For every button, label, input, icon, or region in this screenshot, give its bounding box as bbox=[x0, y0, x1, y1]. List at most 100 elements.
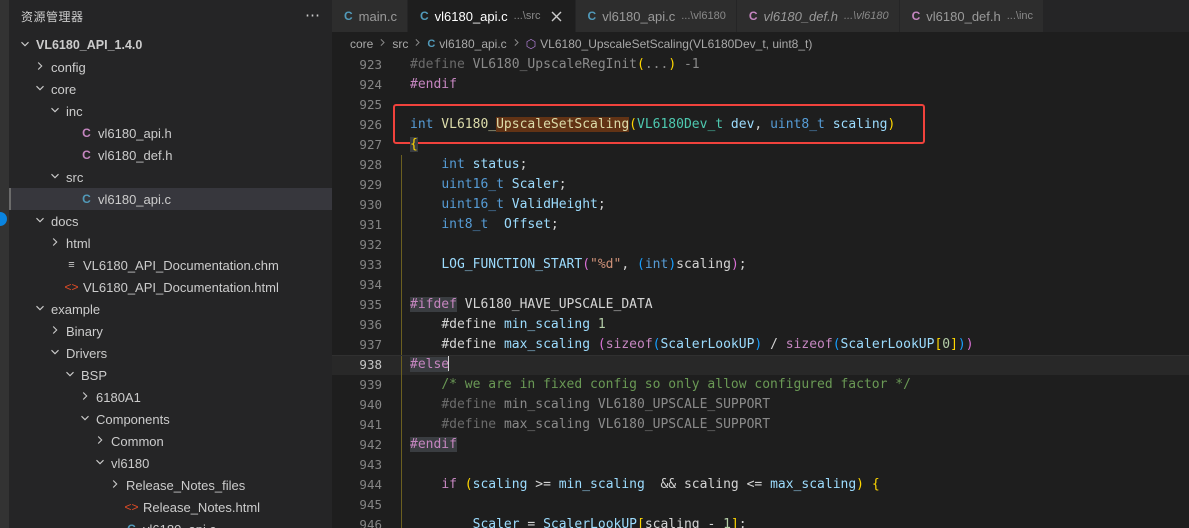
tree-item[interactable]: Release_Notes_files bbox=[9, 474, 332, 496]
tree-item[interactable]: Cvl6180_api.h bbox=[9, 122, 332, 144]
chevron-down-icon[interactable] bbox=[17, 34, 33, 56]
chevron-right-icon[interactable] bbox=[107, 474, 123, 496]
code-line[interactable]: 923 #define VL6180_UpscaleRegInit(...) -1 bbox=[332, 55, 1189, 75]
code-line[interactable]: 935 #ifdef VL6180_HAVE_UPSCALE_DATA bbox=[332, 295, 1189, 315]
tree-item[interactable]: <> Release_Notes.html bbox=[9, 496, 332, 518]
tree-item[interactable]: Cvl6180_def.h bbox=[9, 144, 332, 166]
chevron-down-icon[interactable] bbox=[47, 166, 63, 188]
line-number: 925 bbox=[359, 97, 382, 112]
activity-bar bbox=[0, 0, 9, 528]
vscode-window: 资源管理器 ⋯ VL6180_API_1.4.0 config core inc Cvl… bbox=[0, 0, 1189, 528]
code-editor[interactable]: 923 #define VL6180_UpscaleRegInit(...) -1… bbox=[332, 55, 1189, 528]
code-line[interactable]: 943 bbox=[332, 455, 1189, 475]
line-number: 941 bbox=[359, 417, 382, 432]
breadcrumb-item[interactable]: src bbox=[392, 37, 408, 51]
code-line[interactable]: 939 /* we are in fixed config so only al… bbox=[332, 375, 1189, 395]
code-line[interactable]: 941 #define max_scaling VL6180_UPSCALE_S… bbox=[332, 415, 1189, 435]
line-number: 942 bbox=[359, 437, 382, 452]
tree-item[interactable]: core bbox=[9, 78, 332, 100]
code-line[interactable]: 932 bbox=[332, 235, 1189, 255]
chevron-right-icon[interactable] bbox=[92, 430, 108, 452]
tree-item[interactable]: ≡ VL6180_API_Documentation.chm bbox=[9, 254, 332, 276]
tree-item-label: inc bbox=[66, 103, 83, 119]
chevron-down-icon[interactable] bbox=[62, 364, 78, 386]
code-line[interactable]: 927 { bbox=[332, 135, 1189, 155]
editor-tab-bar: Cmain.c Cvl6180_api.c ...\src Cvl6180_api.c… bbox=[332, 0, 1189, 32]
chevron-down-icon[interactable] bbox=[77, 408, 93, 430]
ellipsis-icon[interactable]: ⋯ bbox=[302, 5, 324, 27]
chevron-down-icon[interactable] bbox=[32, 210, 48, 232]
text-cursor bbox=[448, 356, 450, 371]
indent-guide bbox=[398, 75, 410, 95]
code-line[interactable]: 944 if (scaling >= min_scaling && scalin… bbox=[332, 475, 1189, 495]
editor-tab[interactable]: Cvl6180_def.h ...\vl6180 bbox=[736, 0, 900, 32]
tree-item[interactable]: Components bbox=[9, 408, 332, 430]
breadcrumb-item[interactable]: Cvl6180_api.c bbox=[427, 37, 506, 51]
tree-item[interactable]: BSP bbox=[9, 364, 332, 386]
tree-item[interactable]: inc bbox=[9, 100, 332, 122]
code-line[interactable]: 938 #else bbox=[332, 355, 1189, 375]
indent-guide bbox=[398, 495, 410, 515]
chevron-down-icon[interactable] bbox=[32, 298, 48, 320]
code-line[interactable]: 930 uint16_t ValidHeight; bbox=[332, 195, 1189, 215]
tree-item[interactable]: VL6180_API_1.4.0 bbox=[9, 34, 332, 56]
tree-item-label: Binary bbox=[66, 323, 103, 339]
code-line[interactable]: 937 #define max_scaling (sizeof(ScalerLo… bbox=[332, 335, 1189, 355]
editor-tab[interactable]: Cvl6180_api.c ...\src bbox=[407, 0, 576, 32]
chevron-down-icon[interactable] bbox=[47, 100, 63, 122]
tree-item[interactable]: Common bbox=[9, 430, 332, 452]
line-number: 936 bbox=[359, 317, 382, 332]
code-line[interactable]: 945 bbox=[332, 495, 1189, 515]
tree-item-label: Release_Notes_files bbox=[126, 477, 246, 493]
code-text: #endif bbox=[410, 437, 457, 452]
chevron-right-icon[interactable] bbox=[32, 56, 48, 78]
code-line[interactable]: 936 #define min_scaling 1 bbox=[332, 315, 1189, 335]
code-line[interactable]: 926 int VL6180_UpscaleSetScaling(VL6180De… bbox=[332, 115, 1189, 135]
chevron-down-icon[interactable] bbox=[47, 342, 63, 364]
code-text: #else bbox=[410, 356, 450, 372]
tree-item[interactable]: docs bbox=[9, 210, 332, 232]
code-text: #define VL6180_UpscaleRegInit(...) -1 bbox=[410, 57, 700, 72]
code-line[interactable]: 924 #endif bbox=[332, 75, 1189, 95]
code-line[interactable]: 946 Scaler = ScalerLookUP[scaling - 1]; bbox=[332, 515, 1189, 528]
code-line[interactable]: 940 #define min_scaling VL6180_UPSCALE_S… bbox=[332, 395, 1189, 415]
editor-tab[interactable]: Cmain.c bbox=[332, 0, 408, 32]
breadcrumb-item[interactable]: core bbox=[350, 37, 373, 51]
chevron-right-icon[interactable] bbox=[77, 386, 93, 408]
chevron-right-icon[interactable] bbox=[47, 320, 63, 342]
editor-tab[interactable]: Cvl6180_api.c ...\vl6180 bbox=[575, 0, 737, 32]
tree-item[interactable]: html bbox=[9, 232, 332, 254]
tree-item[interactable]: src bbox=[9, 166, 332, 188]
editor-tab[interactable]: Cvl6180_def.h ...\inc bbox=[899, 0, 1045, 32]
breadcrumb-item[interactable]: ⬡ VL6180_UpscaleSetScaling(VL6180Dev_t, u… bbox=[526, 37, 813, 51]
tree-item[interactable]: Drivers bbox=[9, 342, 332, 364]
tree-item[interactable]: <> VL6180_API_Documentation.html bbox=[9, 276, 332, 298]
tree-item[interactable]: config bbox=[9, 56, 332, 78]
indent-guide bbox=[398, 115, 410, 135]
tree-item-label: src bbox=[66, 169, 84, 185]
close-icon[interactable] bbox=[549, 8, 565, 24]
tree-item-label: Common bbox=[111, 433, 164, 449]
tree-item[interactable]: Cvl6180_api.c bbox=[9, 518, 332, 528]
tree-item[interactable]: vl6180 bbox=[9, 452, 332, 474]
code-line[interactable]: 942 #endif bbox=[332, 435, 1189, 455]
chevron-down-icon[interactable] bbox=[92, 452, 108, 474]
html-file-icon: <> bbox=[64, 280, 79, 294]
code-line[interactable]: 925 bbox=[332, 95, 1189, 115]
code-line[interactable]: 933 LOG_FUNCTION_START("%d", (int)scalin… bbox=[332, 255, 1189, 275]
code-line[interactable]: 934 bbox=[332, 275, 1189, 295]
indent-guide bbox=[398, 395, 410, 415]
tree-item[interactable]: Binary bbox=[9, 320, 332, 342]
code-line[interactable]: 931 int8_t Offset; bbox=[332, 215, 1189, 235]
tree-item[interactable]: example bbox=[9, 298, 332, 320]
code-line[interactable]: 929 uint16_t Scaler; bbox=[332, 175, 1189, 195]
tree-item[interactable]: 6180A1 bbox=[9, 386, 332, 408]
chevron-right-icon[interactable] bbox=[47, 232, 63, 254]
activity-badge-icon[interactable] bbox=[0, 212, 7, 226]
tree-item[interactable]: Cvl6180_api.c bbox=[9, 188, 332, 210]
code-line[interactable]: 928 int status; bbox=[332, 155, 1189, 175]
tab-description: ...\vl6180 bbox=[681, 10, 726, 22]
code-text: #define min_scaling 1 bbox=[441, 317, 606, 332]
tab-label: vl6180_def.h bbox=[763, 8, 838, 24]
chevron-down-icon[interactable] bbox=[32, 78, 48, 100]
